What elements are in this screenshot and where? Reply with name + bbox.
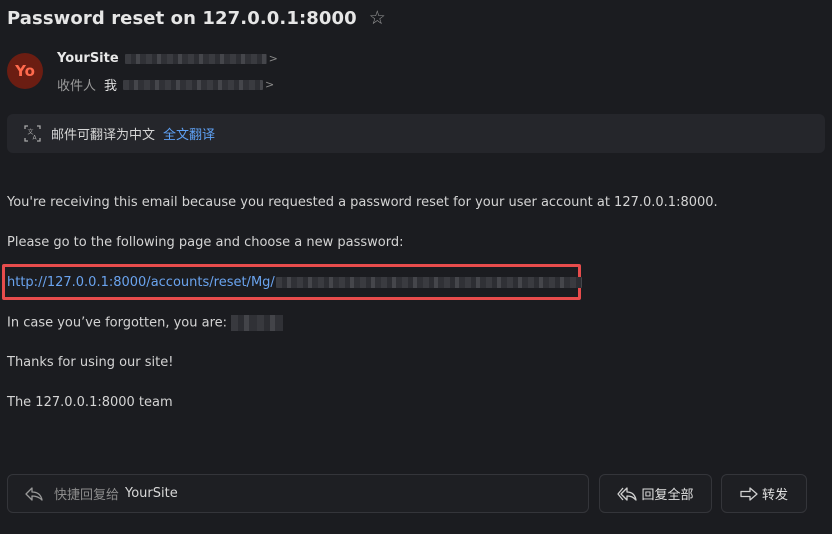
forward-icon <box>740 486 758 501</box>
recipient-label: 收件人 <box>57 79 97 94</box>
forward-label: 转发 <box>761 488 788 503</box>
star-icon[interactable]: ☆ <box>369 9 386 28</box>
quick-reply-input[interactable]: 快捷回复给 YourSite <box>7 474 589 513</box>
body-line-2: Please go to the following page and choo… <box>7 235 404 250</box>
reset-link-text[interactable]: http://127.0.0.1:8000/accounts/reset/Mg/ <box>7 275 275 290</box>
sender-name[interactable]: YourSite <box>57 51 119 66</box>
chevron-right-icon[interactable]: > <box>269 52 278 65</box>
translate-prompt: 邮件可翻译为中文 <box>51 128 156 143</box>
forgot-label: In case you’ve forgotten, you are: <box>7 315 228 331</box>
reply-all-icon <box>617 486 638 501</box>
username-redacted <box>231 315 284 331</box>
recipient-name[interactable]: 我 <box>104 75 117 94</box>
body-line-1: You're receiving this email because you … <box>7 195 718 210</box>
reply-icon <box>25 486 43 501</box>
reply-all-button[interactable]: 回复全部 <box>599 474 712 513</box>
sender-avatar[interactable]: Yo <box>7 53 43 89</box>
chevron-right-icon[interactable]: > <box>265 78 274 91</box>
quick-reply-recipient: YourSite <box>125 486 178 501</box>
sender-address-redacted <box>124 53 267 64</box>
quick-reply-prefix: 快捷回复给 <box>54 488 120 503</box>
forward-button[interactable]: 转发 <box>721 474 807 513</box>
reply-all-label: 回复全部 <box>641 488 694 503</box>
translate-icon: 文 A <box>24 125 41 142</box>
recipient-address-redacted <box>123 79 264 90</box>
translate-bar: 文 A 邮件可翻译为中文 全文翻译 <box>7 114 825 153</box>
reset-link[interactable]: http://127.0.0.1:8000/accounts/reset/Mg/ <box>7 275 582 290</box>
recipient-line: 收件人 我 > <box>57 75 274 94</box>
translate-full-link[interactable]: 全文翻译 <box>163 124 215 143</box>
subject-row: Password reset on 127.0.0.1:8000 ☆ <box>7 8 386 29</box>
email-subject: Password reset on 127.0.0.1:8000 <box>7 8 357 29</box>
body-forgot-line: In case you’ve forgotten, you are: <box>7 315 284 331</box>
reset-token-redacted <box>275 277 582 288</box>
body-signature: The 127.0.0.1:8000 team <box>7 395 173 410</box>
svg-text:A: A <box>33 135 38 142</box>
body-thanks: Thanks for using our site! <box>7 355 174 370</box>
sender-line: YourSite > <box>57 51 278 66</box>
